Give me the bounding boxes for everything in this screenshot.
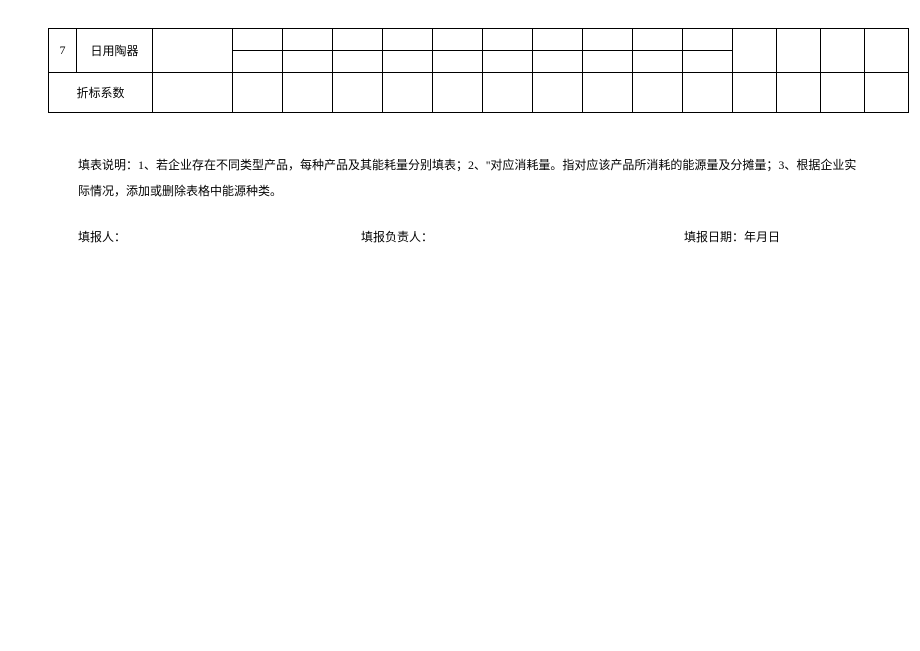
cell-row7b-c9 bbox=[483, 51, 533, 73]
cell-row7-num: 7 bbox=[49, 29, 77, 73]
cell-total-c12 bbox=[633, 73, 683, 113]
cell-total-c3 bbox=[153, 73, 233, 113]
cell-row7-c17 bbox=[865, 29, 909, 73]
cell-total-c8 bbox=[433, 73, 483, 113]
cell-row7a-c4 bbox=[233, 29, 283, 51]
table-row-7-top: 7 日用陶器 bbox=[49, 29, 909, 51]
cell-row7b-c6 bbox=[333, 51, 383, 73]
cell-row7a-c13 bbox=[683, 29, 733, 51]
cell-row7a-c9 bbox=[483, 29, 533, 51]
filler-responsible-label: 填报负责人： bbox=[361, 228, 681, 245]
cell-total-c13 bbox=[683, 73, 733, 113]
cell-row7a-c10 bbox=[533, 29, 583, 51]
cell-row7b-c5 bbox=[283, 51, 333, 73]
cell-row7-c15 bbox=[777, 29, 821, 73]
cell-total-c11 bbox=[583, 73, 633, 113]
cell-total-c16 bbox=[821, 73, 865, 113]
cell-total-c14 bbox=[733, 73, 777, 113]
cell-total-c15 bbox=[777, 73, 821, 113]
table-container: 7 日用陶器 bbox=[48, 28, 872, 113]
cell-row7a-c7 bbox=[383, 29, 433, 51]
cell-row7b-c11 bbox=[583, 51, 633, 73]
cell-row7-c3 bbox=[153, 29, 233, 73]
cell-total-c9 bbox=[483, 73, 533, 113]
cell-row7a-c8 bbox=[433, 29, 483, 51]
cell-row7-c14 bbox=[733, 29, 777, 73]
cell-row7b-c7 bbox=[383, 51, 433, 73]
cell-total-c10 bbox=[533, 73, 583, 113]
notes-text: 填表说明：1、若企业存在不同类型产品，每种产品及其能耗量分别填表；2、''对应消… bbox=[78, 152, 858, 205]
cell-row7b-c8 bbox=[433, 51, 483, 73]
cell-row7a-c5 bbox=[283, 29, 333, 51]
cell-total-c7 bbox=[383, 73, 433, 113]
cell-row7-name: 日用陶器 bbox=[77, 29, 153, 73]
cell-total-c5 bbox=[283, 73, 333, 113]
cell-row7a-c11 bbox=[583, 29, 633, 51]
filler-date-label: 填报日期：年月日 bbox=[684, 228, 780, 245]
cell-row7b-c12 bbox=[633, 51, 683, 73]
cell-total-label: 折标系数 bbox=[49, 73, 153, 113]
cell-row7a-c6 bbox=[333, 29, 383, 51]
cell-row7-c16 bbox=[821, 29, 865, 73]
cell-total-c6 bbox=[333, 73, 383, 113]
cell-row7b-c13 bbox=[683, 51, 733, 73]
cell-row7a-c12 bbox=[633, 29, 683, 51]
filler-person-label: 填报人： bbox=[78, 228, 358, 245]
cell-row7b-c10 bbox=[533, 51, 583, 73]
data-table: 7 日用陶器 bbox=[48, 28, 909, 113]
cell-total-c17 bbox=[865, 73, 909, 113]
cell-row7b-c4 bbox=[233, 51, 283, 73]
filler-row: 填报人： 填报负责人： 填报日期：年月日 bbox=[78, 228, 858, 245]
table-row-total: 折标系数 bbox=[49, 73, 909, 113]
cell-total-c4 bbox=[233, 73, 283, 113]
